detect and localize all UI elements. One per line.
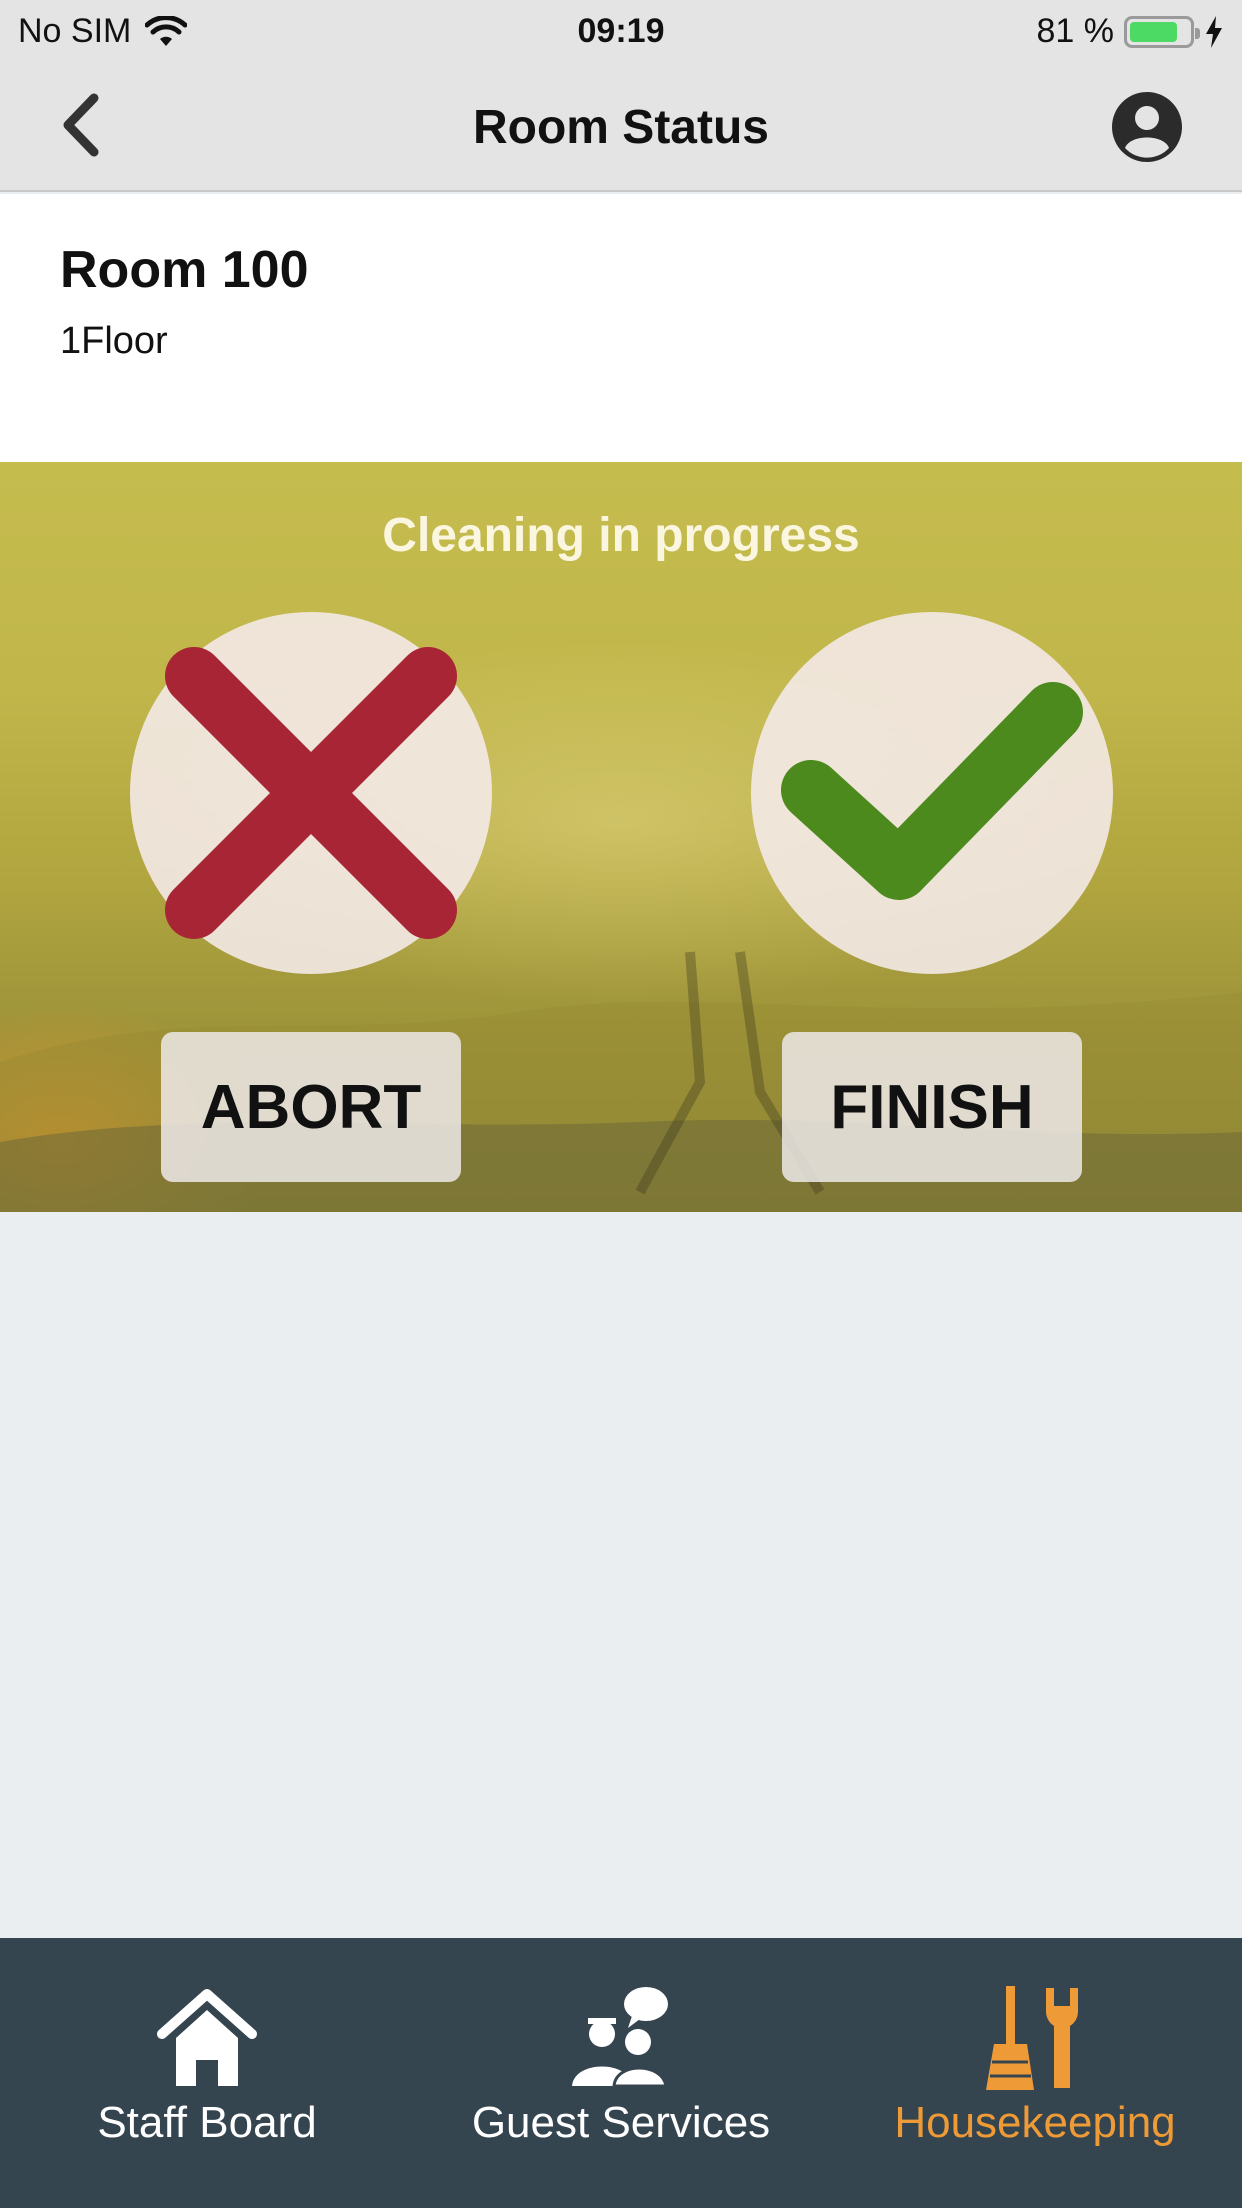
guest-services-icon	[572, 1987, 668, 2088]
status-right: 81 %	[1037, 12, 1225, 51]
room-floor: 1Floor	[60, 320, 168, 362]
battery-level	[1130, 21, 1177, 42]
tab-label: Housekeeping	[894, 2098, 1176, 2147]
profile-button[interactable]	[1110, 90, 1184, 164]
user-circle-icon	[1112, 92, 1182, 162]
abort-circle-button[interactable]	[130, 612, 492, 974]
battery-percent: 81 %	[1036, 12, 1115, 50]
cross-icon	[165, 647, 457, 939]
tab-housekeeping[interactable]: Housekeeping	[828, 1938, 1242, 2208]
page-title: Room Status	[472, 101, 769, 154]
room-name: Room 100	[60, 241, 309, 299]
charging-bolt-icon	[1206, 15, 1222, 48]
checkmark-icon	[781, 682, 1083, 900]
home-icon	[157, 1989, 257, 2086]
tab-label: Staff Board	[97, 2098, 317, 2147]
abort-button[interactable]: ABORT	[161, 1032, 461, 1182]
finish-button[interactable]: FINISH	[782, 1032, 1082, 1182]
tab-bar: Staff Board Guest Services Housekeeping	[0, 1938, 1242, 2208]
tab-staff-board[interactable]: Staff Board	[0, 1938, 414, 2208]
status-title: Cleaning in progress	[382, 509, 860, 562]
room-header: Room 100 1Floor	[0, 194, 1242, 462]
tab-label: Guest Services	[471, 2098, 771, 2147]
tab-guest-services[interactable]: Guest Services	[414, 1938, 828, 2208]
housekeeping-icon	[986, 1986, 1078, 2090]
navigation-bar: Room Status	[0, 62, 1242, 192]
status-bar: No SIM 09:19 81 %	[0, 0, 1242, 62]
battery-icon	[1124, 15, 1200, 48]
cleaning-status-panel: Cleaning in progress ABORT FINISH	[0, 462, 1242, 1212]
screen: No SIM 09:19 81 % Room Status Room 100 1…	[0, 0, 1242, 2208]
finish-circle-button[interactable]	[751, 612, 1113, 974]
